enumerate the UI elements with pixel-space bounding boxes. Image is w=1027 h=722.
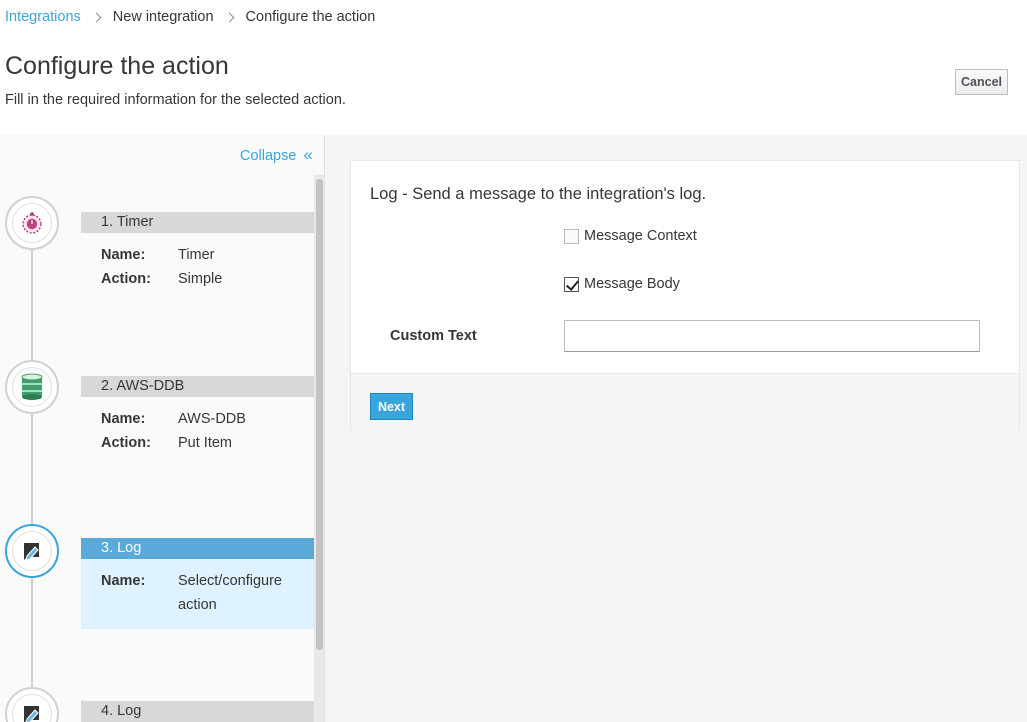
breadcrumb-new-integration: New integration <box>112 9 214 25</box>
collapse-label: Collapse <box>240 147 297 164</box>
cancel-button[interactable]: Cancel <box>955 69 1008 95</box>
step-name-label: Name: <box>101 247 146 263</box>
step-name-value: Timer <box>178 247 215 263</box>
page-header: Integrations New integration Configure t… <box>0 0 1027 135</box>
step-action-label: Action: <box>101 270 151 287</box>
step-action-value: Simple <box>178 270 223 287</box>
collapse-button[interactable]: Collapse « <box>240 145 313 164</box>
message-body-option[interactable]: Message Body <box>564 276 680 292</box>
page-title: Configure the action <box>5 52 229 80</box>
step-action-value: Put Item <box>178 434 232 451</box>
timer-icon <box>12 203 52 243</box>
step-card-4[interactable]: 4. Log <box>81 701 314 722</box>
breadcrumb-integrations-link[interactable]: Integrations <box>5 9 81 25</box>
log-icon <box>12 531 52 571</box>
form-footer: Next <box>351 373 1019 430</box>
step-2-circle[interactable] <box>5 360 59 414</box>
step-card-2[interactable]: 2. AWS-DDB Name: AWS-DDB Action: Put Item <box>81 376 314 455</box>
step-header: 2. AWS-DDB <box>81 376 314 397</box>
custom-text-input[interactable] <box>564 320 980 352</box>
database-icon <box>12 367 52 407</box>
double-chevron-left-icon: « <box>303 145 313 164</box>
step-name-label: Name: <box>101 573 146 589</box>
step-action-label: Action: <box>101 434 151 451</box>
step-header: 1. Timer <box>81 212 314 233</box>
page-subtitle: Fill in the required information for the… <box>5 92 346 108</box>
step-name-value: Select/configure action <box>178 573 282 613</box>
steps-sidebar: Collapse « 1. Timer Name: Timer Action: Si… <box>0 135 325 722</box>
action-config-form: Log - Send a message to the integration'… <box>350 160 1020 430</box>
chevron-right-icon <box>224 12 234 22</box>
step-3-circle[interactable] <box>5 524 59 578</box>
breadcrumb-current: Configure the action <box>245 9 376 25</box>
step-card-1[interactable]: 1. Timer Name: Timer Action: Simple <box>81 212 314 291</box>
sidebar-scrollbar-thumb[interactable] <box>316 179 323 650</box>
step-name-label: Name: <box>101 411 146 427</box>
message-context-option[interactable]: Message Context <box>564 228 697 244</box>
form-title: Log - Send a message to the integration'… <box>370 185 707 203</box>
step-details: Name: Select/configure action <box>81 559 314 629</box>
message-body-checkbox[interactable] <box>564 276 579 292</box>
chevron-right-icon <box>91 12 102 22</box>
step-name-value: AWS-DDB <box>178 411 246 427</box>
step-header: 4. Log <box>81 701 314 722</box>
step-1-circle[interactable] <box>5 196 59 250</box>
step-details: Name: AWS-DDB Action: Put Item <box>81 397 314 455</box>
next-button[interactable]: Next <box>370 393 413 420</box>
message-body-label: Message Body <box>584 276 680 292</box>
log-icon <box>12 694 52 722</box>
message-context-checkbox[interactable] <box>564 228 579 244</box>
step-details: Name: Timer Action: Simple <box>81 233 314 291</box>
timeline-connector <box>31 250 33 722</box>
message-context-label: Message Context <box>584 228 697 244</box>
step-card-3[interactable]: 3. Log Name: Select/configure action <box>81 538 314 629</box>
step-header: 3. Log <box>81 538 314 559</box>
step-4-circle[interactable] <box>5 687 59 722</box>
breadcrumb: Integrations New integration Configure t… <box>5 9 375 25</box>
custom-text-label: Custom Text <box>390 328 477 344</box>
